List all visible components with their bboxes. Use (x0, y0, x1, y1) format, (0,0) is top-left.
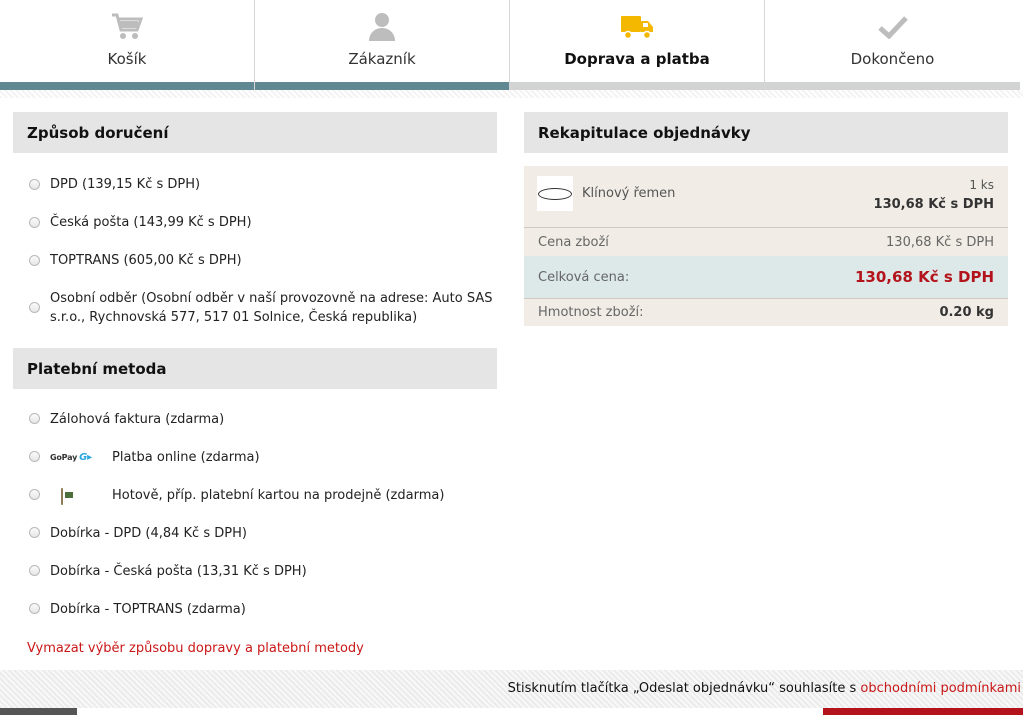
delivery-option-dpd[interactable]: DPD (139,15 Kč s DPH) (13, 175, 497, 194)
goods-price-label: Cena zboží (538, 234, 609, 250)
radio-button[interactable] (29, 217, 40, 228)
terms-link[interactable]: obchodními podmínkami (860, 681, 1021, 696)
radio-button[interactable] (29, 565, 40, 576)
option-label: Dobírka - DPD (4,84 Kč s DPH) (50, 526, 247, 541)
radio-button[interactable] (29, 302, 40, 313)
clear-selection-link[interactable]: Vymazat výběr způsobu dopravy a platební… (27, 641, 364, 656)
check-icon (876, 10, 910, 44)
checkout-steps: Košík Zákazník Doprava a platba Dokončen… (0, 0, 1020, 90)
weight-row: Hmotnost zboží: 0.20 kg (524, 298, 1008, 326)
step-progress (255, 82, 509, 90)
step-label: Dokončeno (850, 50, 935, 68)
divider-stripe (0, 90, 1023, 98)
payment-option-gopay[interactable]: GoPay G▸ Platba online (zdarma) (13, 448, 497, 467)
option-label: DPD (139,15 Kč s DPH) (50, 177, 201, 192)
step-customer[interactable]: Zákazník (255, 0, 510, 90)
payment-option-cod-dpd[interactable]: Dobírka - DPD (4,84 Kč s DPH) (13, 524, 497, 543)
product-quantity: 1 ks (969, 178, 994, 192)
step-progress (510, 82, 764, 90)
step-shipping-payment[interactable]: Doprava a platba (510, 0, 765, 90)
payment-options: Zálohová faktura (zdarma) GoPay G▸ Platba… (13, 410, 497, 619)
payment-heading: Platební metoda (13, 348, 497, 389)
option-label: Hotově, příp. platební kartou na prodejn… (112, 488, 445, 503)
delivery-option-pickup[interactable]: Osobní odběr (Osobní odběr v naší provoz… (13, 289, 497, 327)
back-button[interactable] (0, 708, 77, 715)
order-summary-panel: Rekapitulace objednávky Klínový řemen 1 … (524, 112, 1008, 326)
footer-bar: Stisknutím tlačítka „Odeslat objednávku“… (0, 670, 1023, 708)
delivery-option-ceska-posta[interactable]: Česká pošta (143,99 Kč s DPH) (13, 213, 497, 232)
radio-button[interactable] (29, 413, 40, 424)
submit-order-button[interactable] (823, 708, 1023, 715)
step-progress (0, 82, 254, 90)
option-label: Dobírka - Česká pošta (13,31 Kč s DPH) (50, 564, 307, 579)
delivery-heading: Způsob doručení (13, 112, 497, 153)
card-terminal-icon (61, 487, 63, 506)
payment-option-cod-ceska-posta[interactable]: Dobírka - Česká pošta (13,31 Kč s DPH) (13, 562, 497, 581)
payment-option-advance-invoice[interactable]: Zálohová faktura (zdarma) (13, 410, 497, 429)
delivery-option-toptrans[interactable]: TOPTRANS (605,00 Kč s DPH) (13, 251, 497, 270)
cart-item: Klínový řemen 1 ks 130,68 Kč s DPH (524, 166, 1008, 228)
step-finished[interactable]: Dokončeno (765, 0, 1020, 90)
option-label: TOPTRANS (605,00 Kč s DPH) (50, 253, 242, 268)
radio-button[interactable] (29, 451, 40, 462)
step-label: Zákazník (348, 50, 416, 68)
shipping-payment-panel: Způsob doručení DPD (139,15 Kč s DPH) Če… (13, 112, 497, 656)
option-label: Česká pošta (143,99 Kč s DPH) (50, 215, 252, 230)
product-name[interactable]: Klínový řemen (582, 186, 675, 201)
gopay-logo: GoPay G▸ (50, 452, 92, 463)
truck-icon (620, 10, 654, 44)
weight-label: Hmotnost zboží: (538, 305, 644, 320)
option-label: Osobní odběr (Osobní odběr v naší provoz… (50, 291, 493, 325)
cart-icon (110, 10, 144, 44)
radio-button[interactable] (29, 489, 40, 500)
step-label: Doprava a platba (564, 50, 710, 68)
total-price-label: Celková cena: (538, 269, 630, 285)
product-price: 130,68 Kč s DPH (873, 197, 994, 212)
radio-button[interactable] (29, 179, 40, 190)
option-label: Dobírka - TOPTRANS (zdarma) (50, 602, 246, 617)
user-icon (365, 10, 399, 44)
radio-button[interactable] (29, 603, 40, 614)
option-label: Platba online (zdarma) (112, 450, 260, 465)
step-label: Košík (107, 50, 147, 68)
weight-value: 0.20 kg (939, 305, 994, 320)
radio-button[interactable] (29, 527, 40, 538)
product-thumbnail[interactable] (537, 176, 573, 211)
summary-heading: Rekapitulace objednávky (524, 112, 1008, 153)
total-price-value: 130,68 Kč s DPH (855, 268, 994, 286)
terms-notice: Stisknutím tlačítka „Odeslat objednávku“… (507, 681, 1021, 696)
payment-option-cash-card[interactable]: Hotově, příp. platební kartou na prodejn… (13, 486, 497, 505)
goods-price-row: Cena zboží 130,68 Kč s DPH (524, 228, 1008, 256)
payment-option-cod-toptrans[interactable]: Dobírka - TOPTRANS (zdarma) (13, 600, 497, 619)
total-price-row: Celková cena: 130,68 Kč s DPH (524, 256, 1008, 298)
step-cart[interactable]: Košík (0, 0, 255, 90)
step-progress (765, 82, 1020, 90)
delivery-options: DPD (139,15 Kč s DPH) Česká pošta (143,9… (13, 175, 497, 327)
order-summary: Klínový řemen 1 ks 130,68 Kč s DPH Cena … (524, 166, 1008, 326)
goods-price-value: 130,68 Kč s DPH (886, 234, 994, 250)
option-label: Zálohová faktura (zdarma) (50, 412, 225, 427)
radio-button[interactable] (29, 255, 40, 266)
